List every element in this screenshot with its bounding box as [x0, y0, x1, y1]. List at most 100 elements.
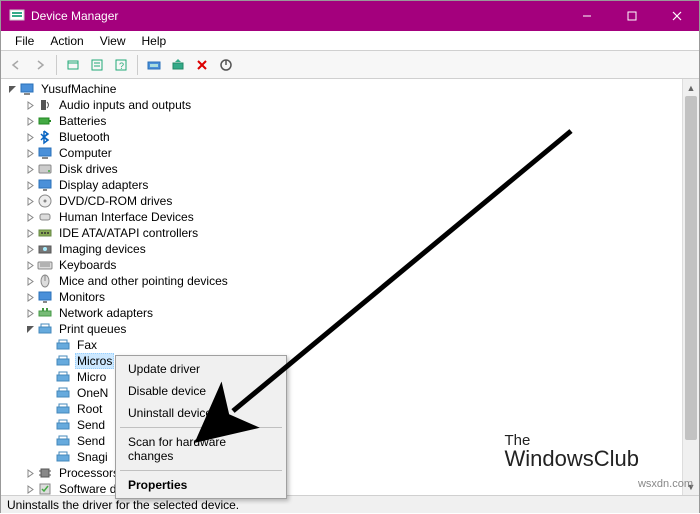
tree-category-imaging[interactable]: Imaging devices — [1, 241, 682, 257]
expander-icon[interactable] — [23, 261, 37, 270]
printer-icon — [55, 417, 71, 433]
expander-icon[interactable] — [23, 101, 37, 110]
expander-icon[interactable] — [23, 213, 37, 222]
root-icon — [19, 81, 35, 97]
expander-icon[interactable] — [23, 309, 37, 318]
processor-icon — [37, 465, 53, 481]
uninstall-button[interactable] — [191, 54, 213, 76]
tree-item-print-3[interactable]: OneN — [1, 385, 682, 401]
tree-item-print-5[interactable]: Send — [1, 417, 682, 433]
tree-label: IDE ATA/ATAPI controllers — [57, 226, 200, 240]
ctx-disable-device[interactable]: Disable device — [118, 380, 284, 402]
expander-icon[interactable] — [23, 165, 37, 174]
svg-text:?: ? — [119, 61, 124, 71]
expander-icon[interactable] — [5, 85, 19, 94]
tree-label: YusufMachine — [39, 82, 118, 96]
tree-category-network[interactable]: Network adapters — [1, 305, 682, 321]
tree-label: Send — [75, 418, 107, 432]
expander-icon[interactable] — [23, 181, 37, 190]
tree-category-software[interactable]: Software devices — [1, 481, 682, 495]
tree-category-audio[interactable]: Audio inputs and outputs — [1, 97, 682, 113]
show-hidden-button[interactable] — [62, 54, 84, 76]
ctx-properties[interactable]: Properties — [118, 474, 284, 496]
menu-help[interactable]: Help — [134, 32, 175, 50]
tree-label: Send — [75, 434, 107, 448]
tree-label: Root — [75, 402, 104, 416]
tree-category-cdrom[interactable]: DVD/CD-ROM drives — [1, 193, 682, 209]
scroll-down-button[interactable]: ▼ — [683, 478, 699, 495]
ctx-uninstall-device[interactable]: Uninstall device — [118, 402, 284, 424]
tree-label: Keyboards — [57, 258, 118, 272]
menu-action[interactable]: Action — [42, 32, 91, 50]
app-icon — [9, 8, 25, 24]
ctx-update-driver[interactable]: Update driver — [118, 358, 284, 380]
scroll-thumb[interactable] — [685, 96, 697, 440]
tree-label: Processors — [57, 466, 121, 480]
tree-root[interactable]: YusufMachine — [1, 81, 682, 97]
expander-icon[interactable] — [23, 197, 37, 206]
tree-label: Micro — [75, 370, 108, 384]
tree-category-printqueue[interactable]: Print queues — [1, 321, 682, 337]
update-driver-button[interactable] — [167, 54, 189, 76]
scan-hardware-button[interactable] — [143, 54, 165, 76]
tree-category-disk[interactable]: Disk drives — [1, 161, 682, 177]
tree-item-print-4[interactable]: Root — [1, 401, 682, 417]
scroll-track[interactable] — [683, 96, 699, 478]
maximize-button[interactable] — [609, 1, 654, 31]
tree-category-computer[interactable]: Computer — [1, 145, 682, 161]
toolbar: ? — [1, 51, 699, 79]
menu-file[interactable]: File — [7, 32, 42, 50]
tree-label: Snagi — [75, 450, 110, 464]
tree-category-monitor[interactable]: Monitors — [1, 289, 682, 305]
titlebar: Device Manager — [1, 1, 699, 31]
device-tree[interactable]: YusufMachine Audio inputs and outputsBatt… — [1, 79, 682, 495]
ctx-separator — [120, 470, 282, 471]
tree-category-display[interactable]: Display adapters — [1, 177, 682, 193]
expander-icon[interactable] — [23, 149, 37, 158]
tree-item-print-7[interactable]: Snagi — [1, 449, 682, 465]
content-area: YusufMachine Audio inputs and outputsBatt… — [1, 79, 699, 495]
forward-button[interactable] — [29, 54, 51, 76]
expander-icon[interactable] — [23, 133, 37, 142]
statusbar: Uninstalls the driver for the selected d… — [1, 495, 699, 513]
expander-icon[interactable] — [23, 485, 37, 494]
close-button[interactable] — [654, 1, 699, 31]
tree-item-print-2[interactable]: Micro — [1, 369, 682, 385]
vertical-scrollbar[interactable]: ▲ ▼ — [682, 79, 699, 495]
context-menu: Update driver Disable device Uninstall d… — [115, 355, 287, 499]
minimize-button[interactable] — [564, 1, 609, 31]
tree-category-mouse[interactable]: Mice and other pointing devices — [1, 273, 682, 289]
expander-icon[interactable] — [23, 229, 37, 238]
tree-category-ide[interactable]: IDE ATA/ATAPI controllers — [1, 225, 682, 241]
expander-icon[interactable] — [23, 293, 37, 302]
expander-icon[interactable] — [23, 245, 37, 254]
disable-button[interactable] — [215, 54, 237, 76]
help-button[interactable]: ? — [110, 54, 132, 76]
menu-view[interactable]: View — [92, 32, 134, 50]
printer-icon — [55, 385, 71, 401]
tree-item-print-1[interactable]: Micros — [1, 353, 682, 369]
battery-icon — [37, 113, 53, 129]
tree-label: Audio inputs and outputs — [57, 98, 193, 112]
ctx-scan-hardware[interactable]: Scan for hardware changes — [118, 431, 284, 467]
tree-item-print-0[interactable]: Fax — [1, 337, 682, 353]
expander-icon[interactable] — [23, 469, 37, 478]
tree-label: Mice and other pointing devices — [57, 274, 230, 288]
tree-category-processor[interactable]: Processors — [1, 465, 682, 481]
toolbar-separator — [56, 55, 57, 75]
printer-icon — [55, 401, 71, 417]
tree-category-bluetooth[interactable]: Bluetooth — [1, 129, 682, 145]
cdrom-icon — [37, 193, 53, 209]
expander-icon[interactable] — [23, 325, 37, 334]
tree-category-hid[interactable]: Human Interface Devices — [1, 209, 682, 225]
back-button[interactable] — [5, 54, 27, 76]
tree-category-keyboard[interactable]: Keyboards — [1, 257, 682, 273]
expander-icon[interactable] — [23, 117, 37, 126]
tree-category-battery[interactable]: Batteries — [1, 113, 682, 129]
tree-item-print-6[interactable]: Send — [1, 433, 682, 449]
scroll-up-button[interactable]: ▲ — [683, 79, 699, 96]
expander-icon[interactable] — [23, 277, 37, 286]
properties-button[interactable] — [86, 54, 108, 76]
tree-label: Network adapters — [57, 306, 155, 320]
printer-icon — [55, 337, 71, 353]
